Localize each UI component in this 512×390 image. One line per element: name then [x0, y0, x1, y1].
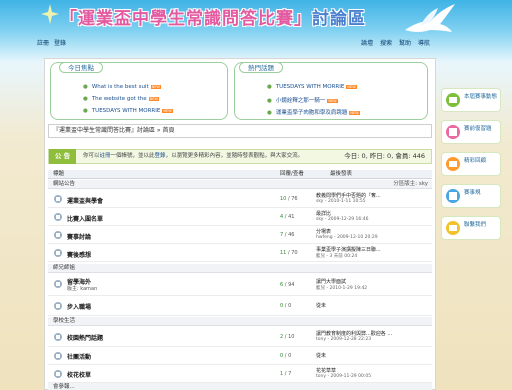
login-link[interactable]: 登錄: [54, 40, 66, 47]
forum-folder-icon: [54, 195, 62, 203]
forum-row[interactable]: 運業盃與學會 10 / 76 教義問學們手中否題的『奪... sky - 201…: [48, 190, 432, 208]
announcement-bar: 公 告 你可以註冊一個帳號，並以此登錄，以瀏覽更多精彩內容，並隨時發表觀點，與大…: [48, 149, 432, 164]
forum-row[interactable]: 比賽入圍名單 4 / 41 最詳比 sky - 2009-12-29 16:46: [48, 208, 432, 226]
sidebar-item-news[interactable]: 本屆賽事動態: [441, 88, 501, 112]
sidebar-item-contact[interactable]: 聯繫我們: [441, 216, 501, 240]
moderator-link[interactable]: sky: [419, 181, 428, 187]
category-header[interactable]: 網站公告 分區版主: sky: [48, 180, 432, 189]
sidebar-item-rules[interactable]: 賽事規: [441, 184, 501, 208]
news-icon: [446, 93, 460, 107]
forum-folder-icon: [54, 231, 62, 239]
news-item[interactable]: ● TUESDAYS WITH MORRIE NEW: [267, 84, 357, 90]
forum-folder-icon: [54, 302, 62, 310]
news-item[interactable]: ● TUESDAYS WITH MORRIE NEW: [83, 108, 173, 114]
forum-row[interactable]: 校花校草 1 / 7 花花草草 tony - 2009-11-29 00:05: [48, 365, 432, 383]
news-item[interactable]: ● 小鏡詮釋之那一騎一 NEW: [267, 96, 338, 104]
login-link[interactable]: 登錄: [155, 153, 166, 159]
category-header[interactable]: 學校生活: [48, 317, 432, 326]
nav-help[interactable]: 幫助: [399, 40, 411, 47]
today-focus-box: 今日焦點 ● What is the best suit NEW ● The webs…: [50, 62, 228, 120]
forum-folder-icon: [54, 352, 62, 360]
dove-icon: [405, 4, 455, 32]
forum-folder-icon: [54, 333, 62, 341]
today-focus-heading: 今日焦點: [59, 62, 103, 73]
forum-row[interactable]: 社團活動 0 / 0 從未: [48, 347, 432, 365]
breadcrumb[interactable]: 『運業盃中學生常識問答比賽』討論區 » 首頁: [48, 124, 432, 138]
film-icon: [446, 157, 460, 171]
sidebar-item-review-questions[interactable]: 賽前復習題: [441, 120, 501, 144]
forum-folder-icon: [54, 213, 62, 221]
site-banner: 「運業盃中學生常識問答比賽」討論區 註冊 登錄 論壇 搜索 幫助 導航: [0, 0, 512, 60]
forum-stats: 今日: 0, 昨日: 0, 會員: 446: [344, 152, 425, 160]
forum-folder-icon: [54, 280, 62, 288]
sidebar-item-highlights[interactable]: 精彩回顧: [441, 152, 501, 176]
book-icon: [446, 125, 460, 139]
forum-row[interactable]: 校園熱門話題 2 / 10 讓門教育制度的利與弊...歡迎各 ... tony …: [48, 327, 432, 347]
announcement-text: 你可以註冊一個帳號，並以此登錄，以瀏覽更多精彩內容，並隨時發表觀點，與大家交流。: [83, 153, 304, 159]
rules-icon: [446, 189, 460, 203]
forum-table-header: 標題 回覆/查看 最後發表: [48, 170, 432, 179]
forum-folder-icon: [54, 370, 62, 378]
col-last-post: 最後發表: [330, 171, 353, 177]
contact-icon: [446, 221, 460, 235]
news-item[interactable]: ● What is the best suit NEW: [83, 84, 161, 90]
news-item[interactable]: ● 運業盃學子肉胞和學及肩跳題 NEW: [267, 108, 360, 116]
forum-row[interactable]: 步入職場 0 / 0 從未: [48, 296, 432, 316]
site-title[interactable]: 「運業盃中學生常識問答比賽」討論區: [60, 4, 366, 29]
top-nav: 論壇 搜索 幫助 導航: [356, 38, 430, 47]
hot-topics-box: 熱門話題 ● TUESDAYS WITH MORRIE NEW ● 小鏡詮釋之那一騎一…: [234, 62, 428, 120]
forum-folder-icon: [54, 249, 62, 257]
forum-row[interactable]: 賽後感想 11 / 70 事業盃學子演講擬陳三日聯... 藍兒 - 3 天前 0…: [48, 244, 432, 262]
news-item[interactable]: ● The website got the NEW: [83, 96, 159, 102]
category-header[interactable]: 會參報...: [48, 383, 432, 390]
register-link[interactable]: 註冊: [37, 40, 49, 47]
nav-search[interactable]: 搜索: [380, 40, 392, 47]
announcement-tag: 公 告: [49, 149, 76, 164]
forum-row[interactable]: 留學海外 版主: kaman 6 / 94 讓門大學面試 藍兒 - 2010-1…: [48, 274, 432, 296]
hot-topics-heading: 熱門話題: [239, 62, 283, 73]
top-links: 註冊 登錄: [37, 38, 69, 47]
col-count: 回覆/查看: [280, 171, 304, 177]
category-header[interactable]: 師兄師姐: [48, 264, 432, 273]
forum-row[interactable]: 賽事討論 7 / 46 分場表 hwfeng - 2009-12-10 20:2…: [48, 226, 432, 244]
nav-forum[interactable]: 論壇: [361, 40, 373, 47]
register-link[interactable]: 註冊: [100, 153, 111, 159]
nav-navigation[interactable]: 導航: [418, 40, 430, 47]
sparkle-icon: [41, 4, 59, 24]
col-title: 標題: [53, 171, 65, 177]
